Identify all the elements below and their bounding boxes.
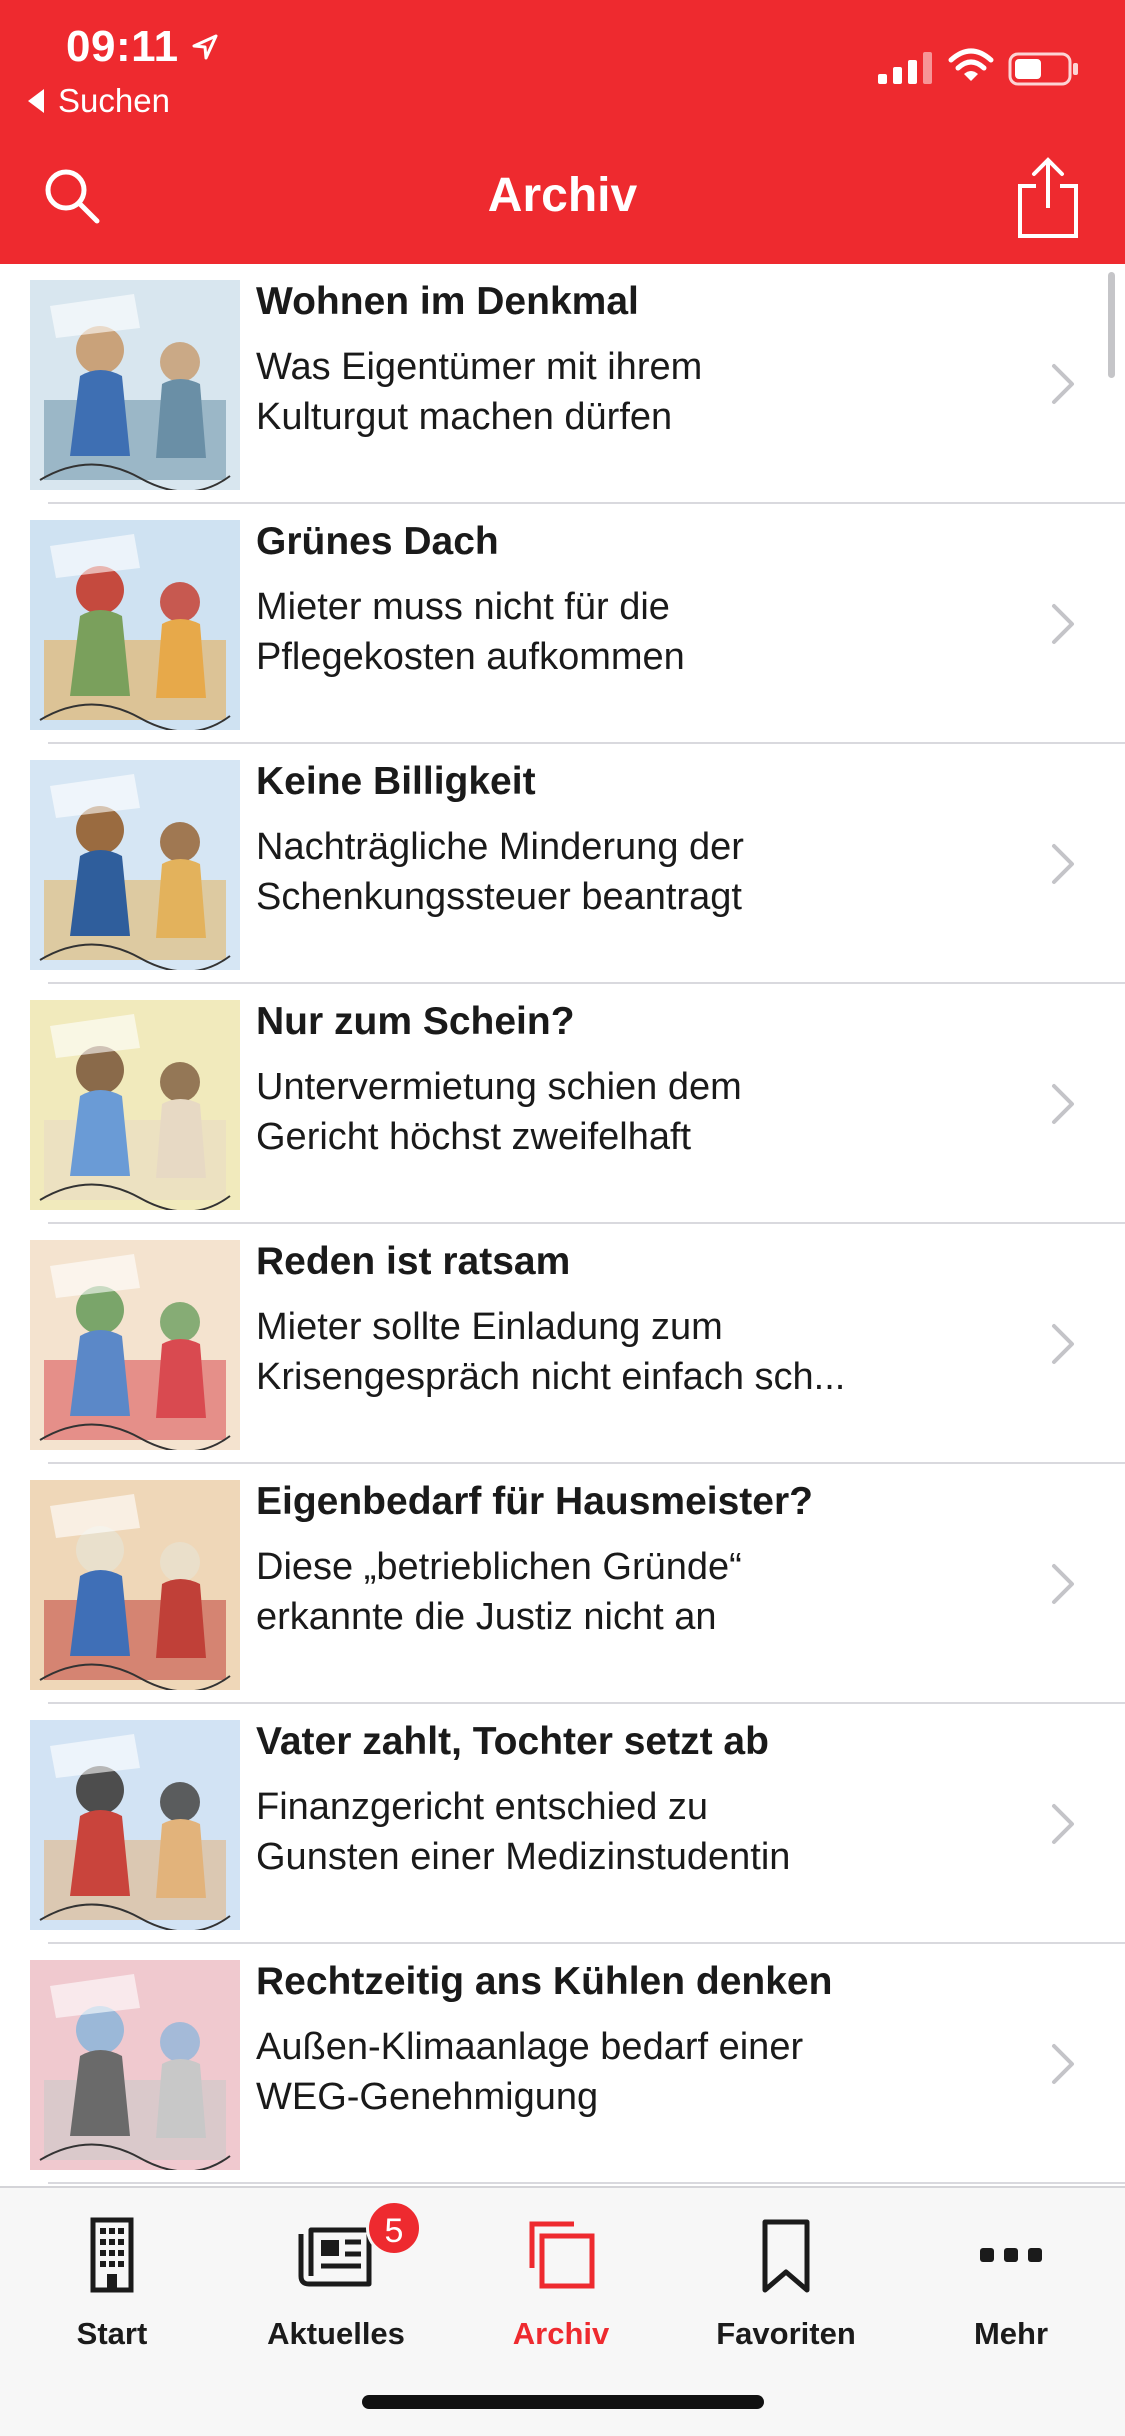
home-indicator[interactable] (362, 2395, 764, 2409)
cartoon-thumbnail (30, 1720, 240, 1930)
list-item[interactable]: Vater zahlt, Tochter setzt ab Finanzgeric… (0, 1704, 1125, 1944)
article-subtitle-line2: Pflegekosten aufkommen (256, 636, 685, 678)
chevron-right-icon (1052, 364, 1074, 404)
article-subtitle: Untervermietung schien dem Gericht höchst… (256, 1062, 956, 1162)
list-item[interactable]: Keine Billigkeit Nachträgliche Minderung … (0, 744, 1125, 984)
cartoon-thumbnail (30, 1480, 240, 1690)
article-title: Vater zahlt, Tochter setzt ab (256, 1720, 769, 1763)
article-subtitle: Was Eigentümer mit ihrem Kulturgut machen… (256, 342, 956, 442)
cellular-signal-icon (878, 52, 932, 84)
row-divider (48, 2182, 1125, 2184)
list-item[interactable]: Reden ist ratsam Mieter sollte Einladung … (0, 1224, 1125, 1464)
article-subtitle-line1: Untervermietung schien dem (256, 1066, 742, 1108)
tab-mehr[interactable]: Mehr (911, 2212, 1111, 2362)
tab-mehr-label: Mehr (973, 2316, 1049, 2351)
article-subtitle-line2: erkannte die Justiz nicht an (256, 1596, 717, 1638)
chevron-right-icon (1052, 1804, 1074, 1844)
building-icon (90, 2217, 134, 2293)
article-title: Nur zum Schein? (256, 1000, 575, 1043)
article-subtitle-line1: Diese „betrieblichen Gründe“ (256, 1546, 742, 1588)
article-subtitle: Mieter muss nicht für die Pflegekosten au… (256, 582, 956, 682)
cartoon-thumbnail (30, 280, 240, 490)
location-arrow-icon (192, 34, 218, 60)
article-title: Wohnen im Denkmal (256, 280, 639, 323)
article-title: Keine Billigkeit (256, 760, 536, 803)
wifi-icon (948, 48, 994, 81)
article-subtitle: Nachträgliche Minderung der Schenkungsste… (256, 822, 956, 922)
article-title: Eigenbedarf für Hausmeister? (256, 1480, 813, 1523)
article-title: Rechtzeitig ans Kühlen denken (256, 1960, 833, 2003)
article-subtitle-line1: Mieter muss nicht für die (256, 586, 670, 628)
tab-aktuelles-label: Aktuelles (267, 2316, 405, 2351)
share-icon[interactable] (1016, 156, 1080, 240)
status-time: 09:11 (66, 22, 179, 71)
cartoon-thumbnail (30, 1240, 240, 1450)
list-item[interactable]: Wohnen im Denkmal Was Eigentümer mit ihre… (0, 264, 1125, 504)
article-subtitle-line2: WEG-Genehmigung (256, 2076, 599, 2118)
article-subtitle-line2: Gericht höchst zweifelhaft (256, 1116, 692, 1158)
chevron-right-icon (1052, 844, 1074, 884)
tab-favoriten[interactable]: Favoriten (686, 2212, 886, 2362)
cartoon-thumbnail (30, 1000, 240, 1210)
tab-archiv[interactable]: Archiv (461, 2212, 661, 2362)
more-icon (980, 2248, 1042, 2262)
article-title: Reden ist ratsam (256, 1240, 571, 1283)
back-triangle-icon (28, 89, 44, 113)
cartoon-thumbnail (30, 520, 240, 730)
navigation-header: 09:11 Suchen Archiv (0, 0, 1125, 264)
article-subtitle-line1: Außen-Klimaanlage bedarf einer (256, 2026, 804, 2068)
page-title: Archiv (487, 169, 638, 222)
article-subtitle: Finanzgericht entschied zu Gunsten einer … (256, 1782, 956, 1882)
chevron-right-icon (1052, 2044, 1074, 2084)
article-subtitle: Außen-Klimaanlage bedarf einer WEG-Genehm… (256, 2022, 956, 2122)
article-subtitle-line1: Mieter sollte Einladung zum (256, 1306, 723, 1348)
cartoon-thumbnail (30, 1960, 240, 2170)
tab-favoriten-label: Favoriten (716, 2316, 856, 2351)
chevron-right-icon (1052, 604, 1074, 644)
chevron-right-icon (1052, 1564, 1074, 1604)
article-subtitle-line1: Finanzgericht entschied zu (256, 1786, 709, 1828)
article-subtitle-line2: Kulturgut machen dürfen (256, 396, 673, 438)
article-subtitle-line2: Krisengespräch nicht einfach sch... (256, 1356, 846, 1398)
battery-icon (1008, 52, 1078, 86)
list-item[interactable]: Eigenbedarf für Hausmeister? Diese „betri… (0, 1464, 1125, 1704)
cartoon-thumbnail (30, 760, 240, 970)
tab-start[interactable]: Start (12, 2212, 212, 2362)
article-subtitle-line1: Nachträgliche Minderung der (256, 826, 744, 868)
list-item[interactable]: Grünes Dach Mieter muss nicht für die Pfle… (0, 504, 1125, 744)
article-subtitle: Diese „betrieblichen Gründe“ erkannte die… (256, 1542, 956, 1642)
chevron-right-icon (1052, 1084, 1074, 1124)
article-subtitle-line2: Gunsten einer Medizinstudentin (256, 1836, 791, 1878)
bookmark-icon (762, 2219, 810, 2293)
notification-badge: 5 (366, 2200, 422, 2256)
article-subtitle: Mieter sollte Einladung zum Krisengespräc… (256, 1302, 956, 1402)
tab-archiv-label: Archiv (512, 2316, 610, 2351)
list-item[interactable]: Nur zum Schein? Untervermietung schien de… (0, 984, 1125, 1224)
tab-start-label: Start (76, 2316, 148, 2351)
chevron-right-icon (1052, 1324, 1074, 1364)
article-subtitle-line1: Was Eigentümer mit ihrem (256, 346, 703, 388)
article-title: Grünes Dach (256, 520, 499, 563)
back-to-search-link[interactable]: Suchen (28, 82, 170, 120)
list-item[interactable]: Rechtzeitig ans Kühlen denken Außen-Klima… (0, 1944, 1125, 2184)
scrollbar[interactable] (1108, 272, 1115, 378)
article-subtitle-line2: Schenkungssteuer beantragt (256, 876, 742, 918)
app-screen: 09:11 Suchen Archiv Wohnen im Denkmal Wa… (0, 0, 1125, 2436)
article-list: Wohnen im Denkmal Was Eigentümer mit ihre… (0, 264, 1125, 2184)
archive-icon (529, 2221, 595, 2289)
back-link-label: Suchen (58, 82, 170, 119)
